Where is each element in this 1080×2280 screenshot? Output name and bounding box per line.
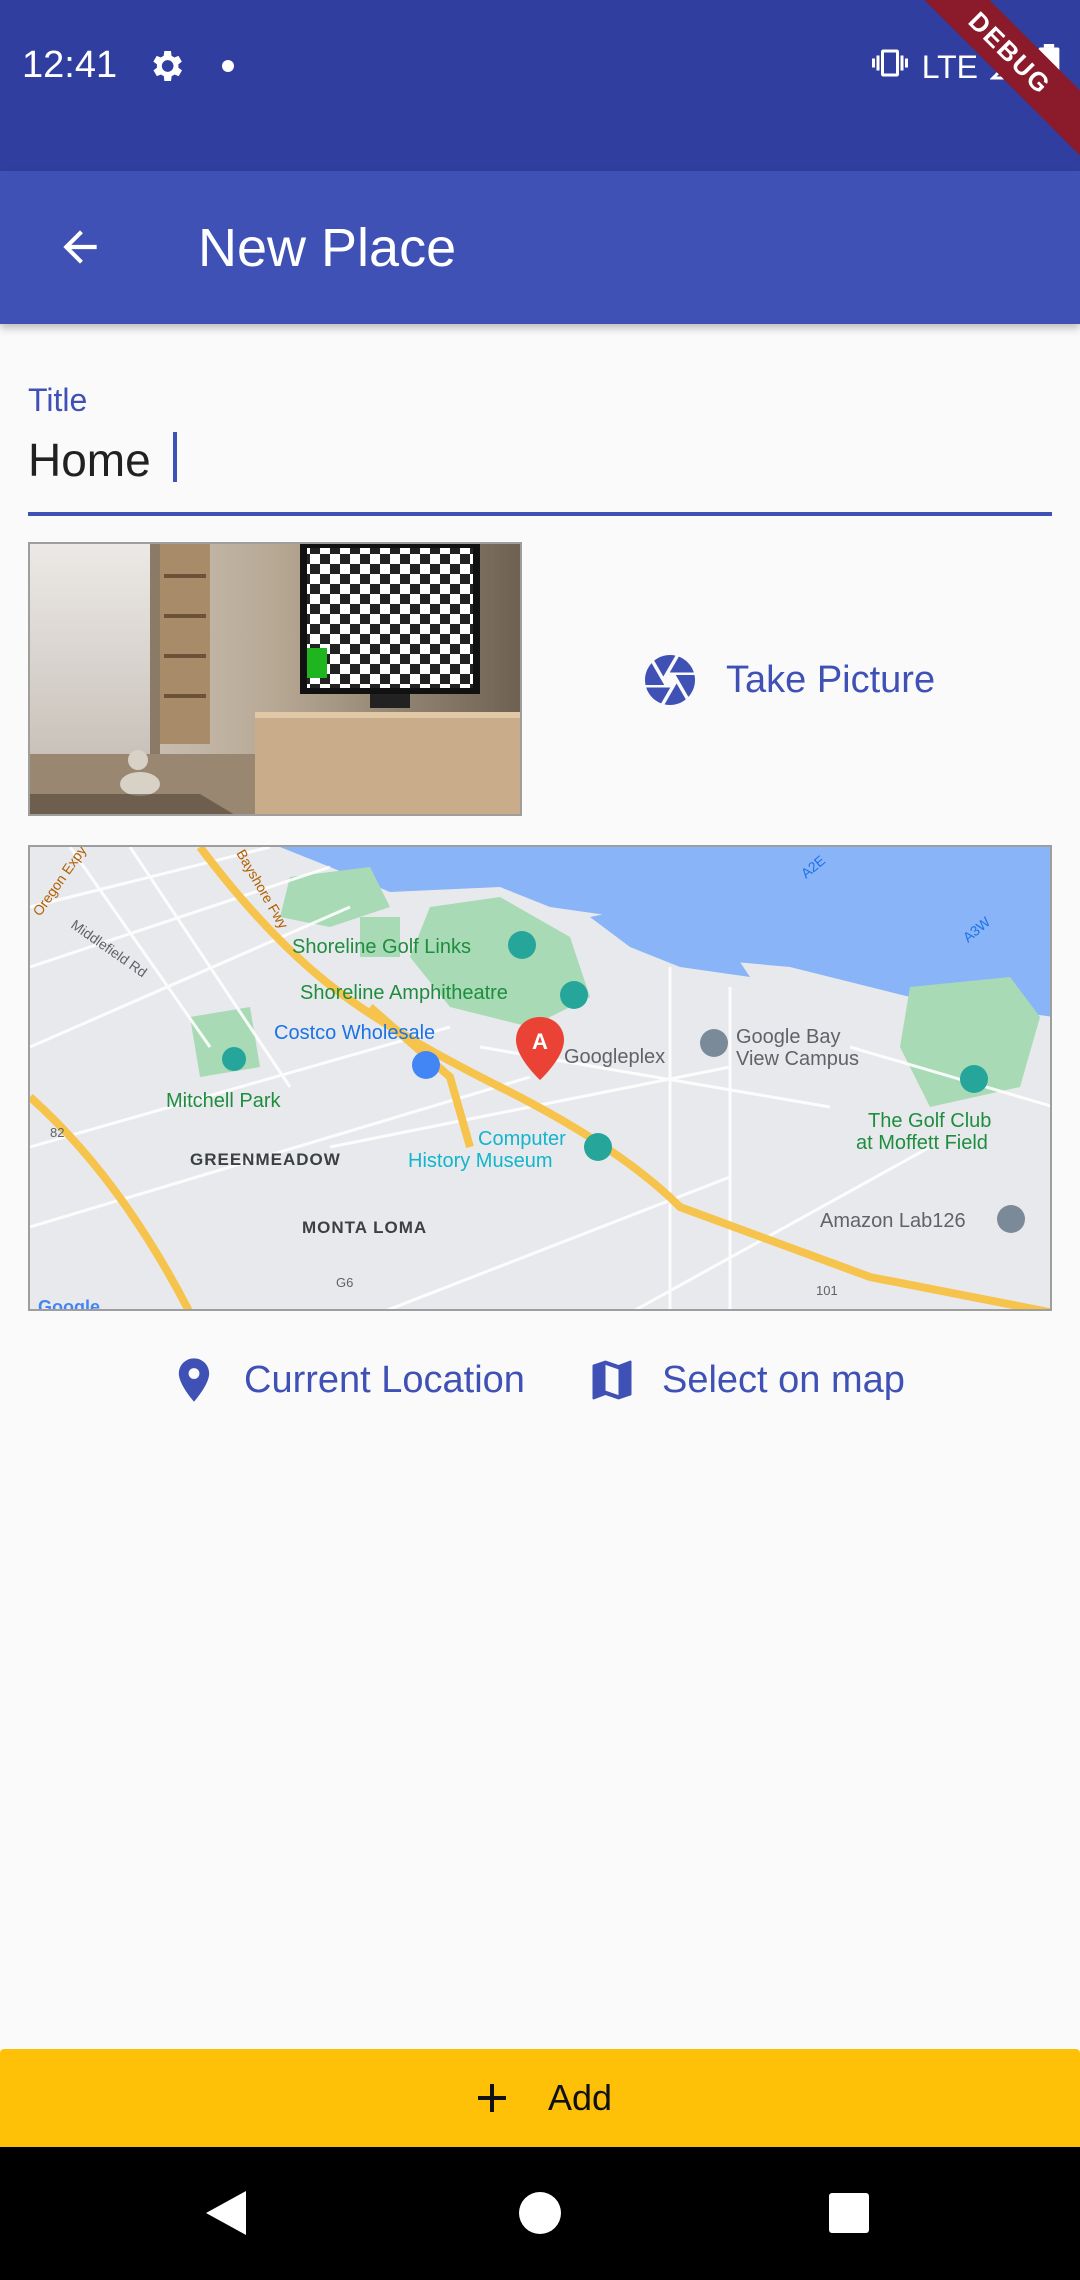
plus-icon — [477, 2084, 506, 2112]
network-type: LTE — [921, 48, 978, 85]
static-map: A Shoreline Golf Links Shoreline Amphith… — [30, 847, 1050, 1311]
add-button[interactable]: Add — [0, 2049, 1080, 2147]
map-label: View Campus — [736, 1048, 859, 1070]
map-label: 82 — [50, 1125, 64, 1140]
map-label: Shoreline Amphitheatre — [300, 982, 508, 1004]
nav-back-button[interactable] — [206, 2191, 246, 2240]
settings-icon — [146, 46, 186, 91]
text-caret — [173, 432, 177, 482]
status-bar: 12:41 LTE DEBUG — [0, 0, 1080, 171]
add-label: Add — [547, 2077, 613, 2118]
image-preview — [28, 542, 522, 816]
select-on-map-label: Select on map — [662, 1358, 905, 1401]
take-picture-label: Take Picture — [726, 658, 936, 701]
map-label: Costco Wholesale — [274, 1022, 435, 1044]
map-label: Googleplex — [564, 1046, 665, 1068]
notification-dot-icon — [222, 60, 234, 72]
map-label: at Moffett Field — [856, 1132, 988, 1154]
nav-home-button[interactable] — [519, 2192, 561, 2234]
page-title: New Place — [198, 218, 457, 278]
map-label: Computer — [478, 1128, 566, 1150]
take-picture-button[interactable]: Take Picture — [640, 640, 935, 720]
back-button[interactable] — [40, 207, 120, 287]
location-actions: Current Location Select on map — [0, 1340, 1080, 1420]
map-label: G6 — [336, 1275, 353, 1290]
current-location-label: Current Location — [244, 1358, 525, 1401]
room-photo — [30, 544, 520, 814]
map-label: Amazon Lab126 — [820, 1210, 966, 1232]
title-field-label: Title — [28, 382, 88, 418]
camera-aperture-icon — [645, 655, 695, 705]
google-logo: Google — [38, 1297, 100, 1311]
map-label: MONTA LOMA — [302, 1218, 427, 1237]
status-time: 12:41 — [22, 44, 118, 86]
current-location-button[interactable]: Current Location — [168, 1340, 525, 1420]
map-label: GREENMEADOW — [190, 1150, 341, 1169]
select-on-map-button[interactable]: Select on map — [586, 1340, 905, 1420]
nav-back-icon — [206, 2191, 246, 2235]
title-input[interactable] — [28, 428, 1048, 492]
map-label: Shoreline Golf Links — [292, 936, 471, 958]
map-icon — [592, 1360, 632, 1400]
map-marker-label: A — [532, 1029, 548, 1054]
nav-recents-button[interactable] — [829, 2193, 869, 2233]
map-label: History Museum — [408, 1150, 552, 1172]
map-label: Mitchell Park — [166, 1090, 281, 1112]
location-pin-icon — [178, 1358, 210, 1402]
map-label: 101 — [816, 1283, 838, 1298]
map-label: Google Bay — [736, 1026, 841, 1048]
map-label: The Golf Club — [868, 1110, 991, 1132]
system-nav-bar — [0, 2147, 1080, 2280]
vibrate-icon — [870, 45, 910, 89]
arrow-back-icon — [63, 230, 97, 264]
map-preview: A Shoreline Golf Links Shoreline Amphith… — [28, 845, 1052, 1311]
app-bar: New Place — [0, 171, 1080, 324]
title-field[interactable]: Title — [28, 380, 1052, 516]
